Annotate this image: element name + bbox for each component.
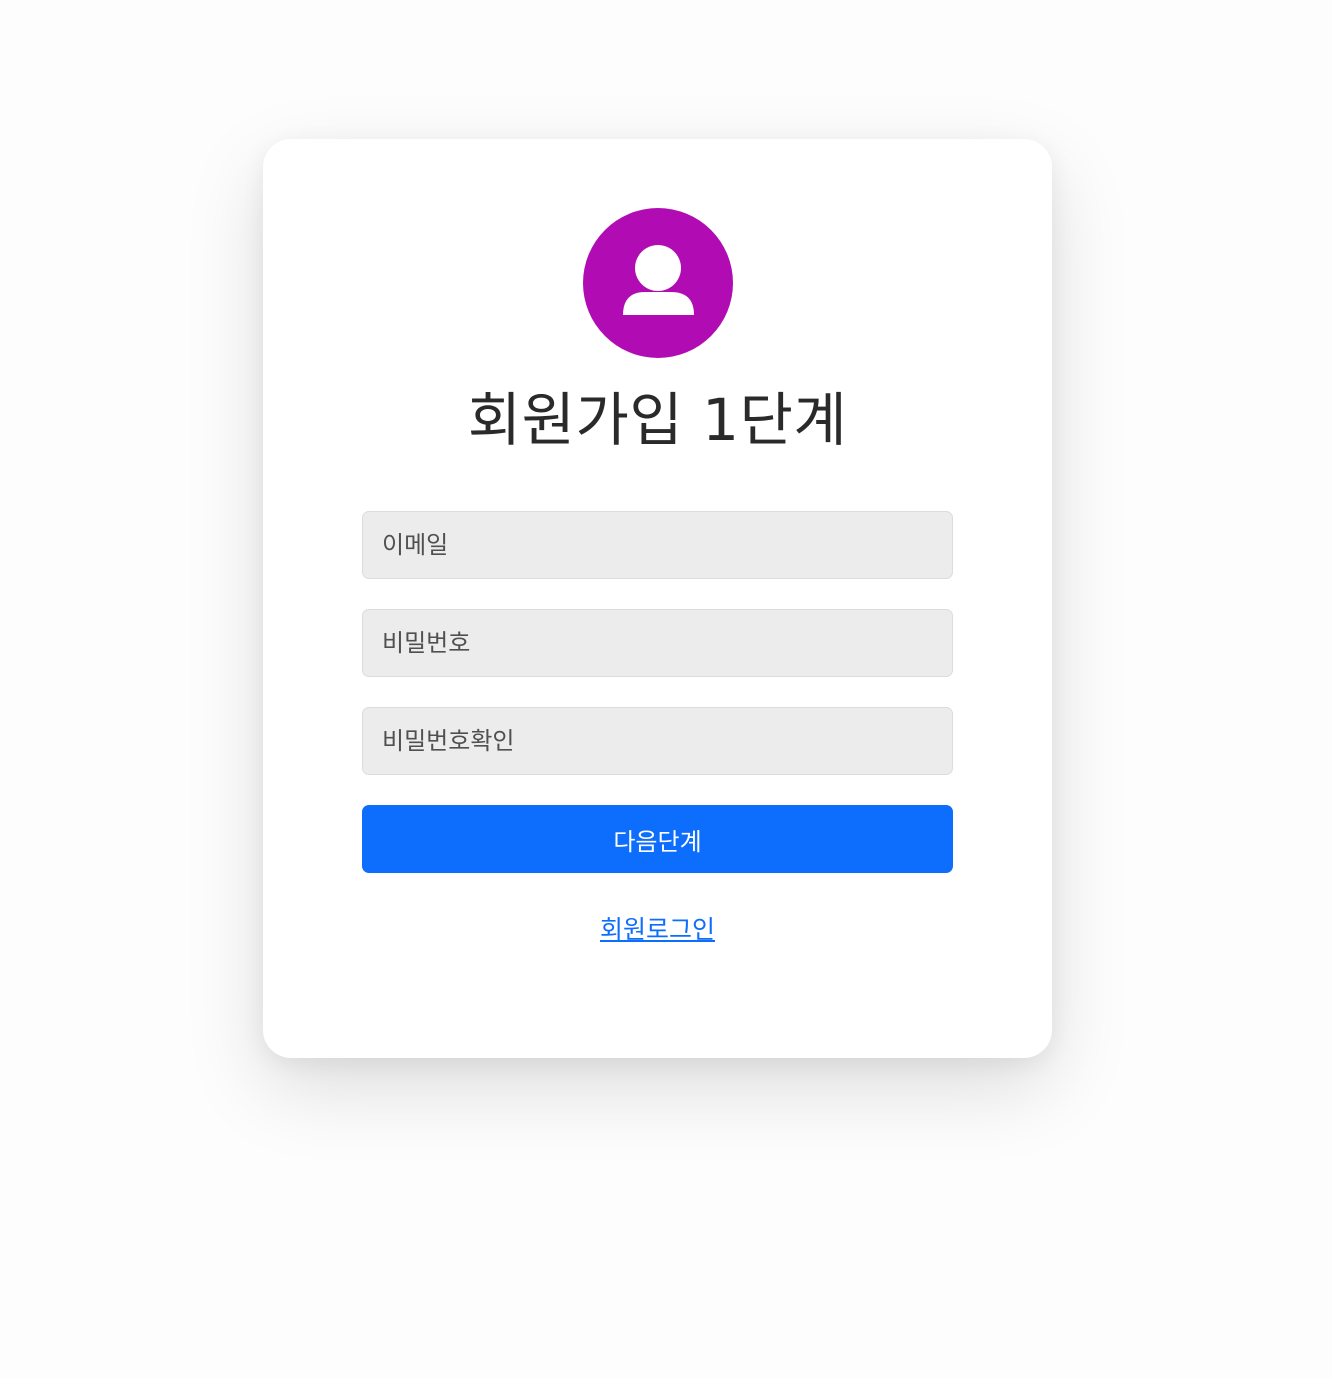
password-confirm-field[interactable] (362, 707, 953, 775)
page-title: 회원가입 1단계 (467, 386, 848, 454)
avatar (583, 208, 733, 358)
next-step-button[interactable]: 다음단계 (362, 805, 953, 873)
email-field[interactable] (362, 511, 953, 579)
password-field[interactable] (362, 609, 953, 677)
user-icon (623, 245, 694, 315)
login-link-container: 회원로그인 (263, 913, 1052, 947)
member-login-link[interactable]: 회원로그인 (600, 915, 715, 944)
signup-card: 회원가입 1단계 다음단계 회원로그인 (263, 139, 1052, 1058)
